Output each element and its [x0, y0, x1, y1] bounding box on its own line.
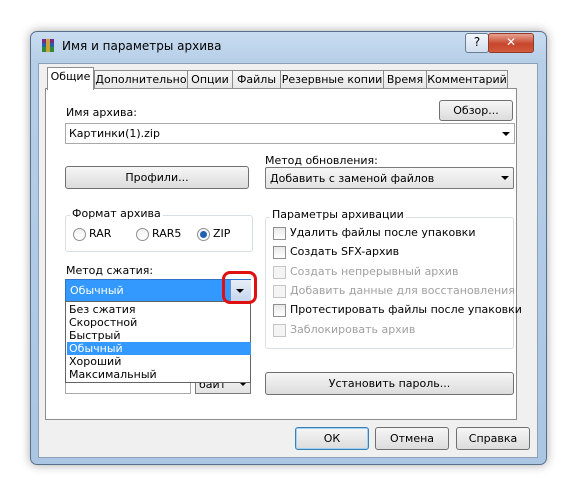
- archive-name-label: Имя архива:: [66, 106, 137, 119]
- tab-time[interactable]: Время: [383, 70, 427, 89]
- titlebar-close-button[interactable]: ✕: [488, 33, 534, 53]
- winrar-app-icon: [42, 39, 54, 52]
- radio-rar[interactable]: [73, 228, 86, 241]
- checkbox-solid-archive-label: Создать непрерывный архив: [290, 265, 459, 278]
- tab-general[interactable]: Общие: [47, 67, 94, 90]
- checkbox-create-sfx-label: Создать SFX-архив: [290, 245, 400, 258]
- red-highlight-marker: [222, 271, 257, 304]
- chevron-down-icon: [502, 132, 510, 136]
- dropdown-option-normal[interactable]: Обычный: [67, 342, 251, 355]
- update-method-select[interactable]: Добавить с заменой файлов: [265, 167, 514, 189]
- archive-name-value: Картинки(1).zip: [69, 127, 160, 140]
- checkbox-test-files[interactable]: [273, 304, 286, 317]
- checkbox-solid-archive: [273, 266, 286, 279]
- browse-button[interactable]: Обзор...: [439, 100, 513, 121]
- tab-options[interactable]: Опции: [187, 70, 233, 89]
- compression-method-value: Обычный: [70, 284, 124, 297]
- archive-params-title: Параметры архивации: [270, 208, 406, 221]
- checkbox-recovery-record-label: Добавить данные для восстановления: [290, 284, 515, 297]
- radio-rar5-label: RAR5: [152, 227, 182, 240]
- ok-button[interactable]: ОК: [295, 427, 369, 450]
- tab-comment[interactable]: Комментарий: [426, 70, 508, 89]
- checkbox-create-sfx[interactable]: [273, 246, 286, 259]
- archive-name-combobox[interactable]: Картинки(1).zip: [65, 123, 515, 144]
- titlebar-help-button[interactable]: ?: [465, 33, 489, 53]
- set-password-button[interactable]: Установить пароль...: [265, 372, 514, 395]
- help-button[interactable]: Справка: [456, 427, 530, 450]
- chevron-down-icon: [501, 176, 509, 180]
- radio-rar-label: RAR: [89, 227, 112, 240]
- radio-zip-label: ZIP: [213, 227, 231, 240]
- radio-zip[interactable]: [197, 228, 210, 241]
- compression-method-dropdown-list: Без сжатия Скоростной Быстрый Обычный Хо…: [65, 301, 251, 383]
- update-method-value: Добавить с заменой файлов: [270, 172, 435, 185]
- checkbox-lock-archive: [273, 324, 286, 337]
- window-title: Имя и параметры архива: [62, 39, 222, 53]
- dropdown-option-fast[interactable]: Быстрый: [67, 329, 251, 342]
- dropdown-option-store[interactable]: Без сжатия: [67, 303, 251, 316]
- tab-backups[interactable]: Резервные копии: [280, 70, 384, 89]
- checkbox-test-files-label: Протестировать файлы после упаковки: [290, 303, 522, 316]
- radio-rar5[interactable]: [136, 228, 149, 241]
- checkbox-delete-files-label: Удалить файлы после упаковки: [290, 226, 476, 239]
- checkbox-recovery-record: [273, 285, 286, 298]
- cancel-button[interactable]: Отмена: [375, 427, 449, 450]
- checkbox-lock-archive-label: Заблокировать архив: [290, 323, 416, 336]
- tab-advanced[interactable]: Дополнительно: [94, 70, 188, 89]
- dropdown-option-good[interactable]: Хороший: [67, 355, 251, 368]
- profiles-button[interactable]: Профили...: [65, 166, 249, 189]
- checkbox-delete-files[interactable]: [273, 227, 286, 240]
- archive-format-title: Формат архива: [70, 207, 163, 220]
- dropdown-option-best[interactable]: Максимальный: [67, 368, 251, 381]
- compression-method-label: Метод сжатия:: [66, 264, 154, 277]
- update-method-label: Метод обновления:: [265, 154, 378, 167]
- dropdown-option-fastest[interactable]: Скоростной: [67, 316, 251, 329]
- tab-files[interactable]: Файлы: [232, 70, 281, 89]
